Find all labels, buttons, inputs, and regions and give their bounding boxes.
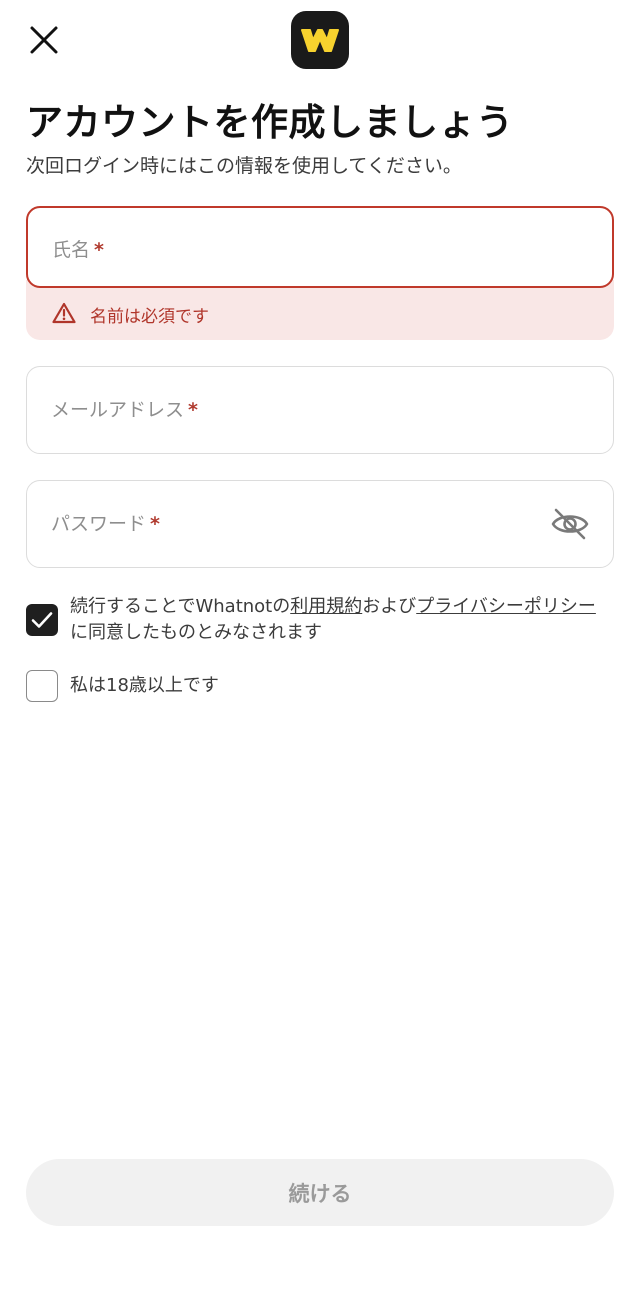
email-field-label: メールアドレス * xyxy=(51,395,198,422)
email-label-text: メールアドレス xyxy=(51,399,185,421)
required-mark: * xyxy=(94,239,104,261)
consent-text-before: 続行することでWhatnotの xyxy=(70,596,291,617)
age-confirmation-checkbox[interactable] xyxy=(26,670,58,702)
terms-consent-checkbox[interactable] xyxy=(26,604,58,636)
page-title: アカウントを作成しましょう xyxy=(26,101,514,144)
name-field[interactable]: 氏名 * xyxy=(26,206,614,288)
password-visibility-toggle[interactable] xyxy=(549,503,591,545)
warning-triangle-icon xyxy=(52,302,76,324)
checkmark-icon xyxy=(31,612,53,628)
eye-off-icon xyxy=(551,508,589,540)
required-mark: * xyxy=(150,513,160,535)
name-error-message: 名前は必須です xyxy=(26,280,614,340)
name-label-text: 氏名 xyxy=(52,239,91,261)
close-icon xyxy=(30,26,58,54)
password-label-text: パスワード xyxy=(51,513,147,535)
age-confirmation-text: 私は18歳以上です xyxy=(70,675,219,696)
page-subtitle: 次回ログイン時にはこの情報を使用してください。 xyxy=(26,155,462,177)
consent-text-middle: および xyxy=(362,596,417,617)
terms-consent-text: 続行することでWhatnotの利用規約およびプライバシーポリシーに同意したものと… xyxy=(70,594,600,646)
name-field-label: 氏名 * xyxy=(52,235,104,262)
close-button[interactable] xyxy=(22,20,66,60)
password-field[interactable]: パスワード * xyxy=(26,480,614,568)
name-error-text: 名前は必須です xyxy=(90,307,209,327)
whatnot-logo xyxy=(291,11,349,69)
whatnot-logo-icon xyxy=(301,29,339,52)
continue-button[interactable]: 続ける xyxy=(26,1159,614,1226)
terms-of-service-link[interactable]: 利用規約 xyxy=(290,596,362,617)
privacy-policy-link[interactable]: プライバシーポリシー xyxy=(416,596,596,617)
password-field-label: パスワード * xyxy=(51,509,160,536)
required-mark: * xyxy=(188,399,198,421)
email-field[interactable]: メールアドレス * xyxy=(26,366,614,454)
consent-text-after: に同意したものとみなされます xyxy=(70,622,322,643)
